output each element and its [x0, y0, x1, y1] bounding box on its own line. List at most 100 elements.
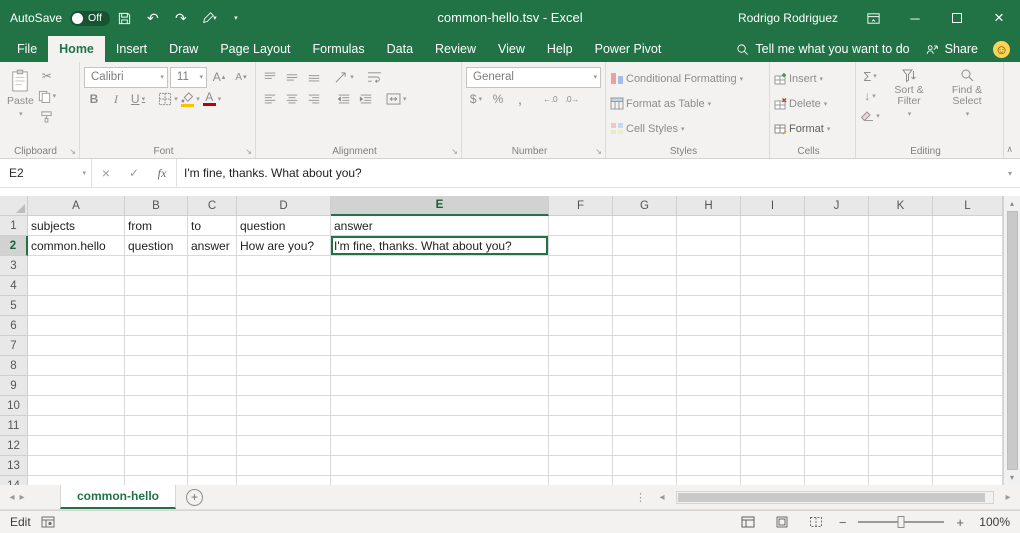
cell-F2[interactable] — [549, 236, 613, 256]
new-sheet-button[interactable]: + — [186, 489, 203, 506]
column-header-h[interactable]: H — [677, 196, 741, 216]
cell-J7[interactable] — [805, 336, 869, 356]
normal-view-button[interactable] — [737, 513, 759, 532]
cell-G9[interactable] — [613, 376, 677, 396]
fill-color-button[interactable]: ▾ — [180, 89, 200, 109]
zoom-out-button[interactable]: − — [839, 515, 847, 530]
cell-E12[interactable] — [331, 436, 549, 456]
cell-B1[interactable]: from — [125, 216, 188, 236]
cell-A3[interactable] — [28, 256, 125, 276]
sort-filter-button[interactable]: Sort & Filter ▾ — [880, 66, 938, 122]
clear-button[interactable]: ▾ — [860, 106, 880, 126]
align-left-button[interactable] — [260, 89, 280, 109]
cell-I6[interactable] — [741, 316, 805, 336]
cell-K4[interactable] — [869, 276, 933, 296]
cell-A4[interactable] — [28, 276, 125, 296]
cell-H6[interactable] — [677, 316, 741, 336]
cell-J9[interactable] — [805, 376, 869, 396]
hscroll-right-button[interactable]: ▸ — [996, 485, 1020, 509]
cell-F7[interactable] — [549, 336, 613, 356]
cell-D13[interactable] — [237, 456, 331, 476]
cell-I12[interactable] — [741, 436, 805, 456]
zoom-slider-thumb[interactable] — [898, 516, 905, 528]
column-header-b[interactable]: B — [125, 196, 188, 216]
row-header-9[interactable]: 9 — [0, 376, 28, 396]
row-header-14[interactable]: 14 — [0, 476, 28, 485]
cell-C2[interactable]: answer — [188, 236, 237, 256]
cell-C8[interactable] — [188, 356, 237, 376]
cell-F1[interactable] — [549, 216, 613, 236]
cell-E4[interactable] — [331, 276, 549, 296]
cell-F8[interactable] — [549, 356, 613, 376]
cell-I1[interactable] — [741, 216, 805, 236]
cell-D10[interactable] — [237, 396, 331, 416]
cell-H13[interactable] — [677, 456, 741, 476]
cell-F9[interactable] — [549, 376, 613, 396]
cell-F14[interactable] — [549, 476, 613, 485]
cell-I9[interactable] — [741, 376, 805, 396]
cell-G5[interactable] — [613, 296, 677, 316]
cell-A14[interactable] — [28, 476, 125, 485]
row-header-1[interactable]: 1 — [0, 216, 28, 236]
column-header-f[interactable]: F — [549, 196, 613, 216]
cell-H14[interactable] — [677, 476, 741, 485]
cell-C14[interactable] — [188, 476, 237, 485]
cell-I13[interactable] — [741, 456, 805, 476]
cell-A2[interactable]: common.hello — [28, 236, 125, 256]
comma-style-button[interactable]: , — [510, 89, 530, 109]
scroll-up-icon[interactable]: ▴ — [1010, 199, 1014, 208]
tab-power-pivot[interactable]: Power Pivot — [584, 36, 673, 62]
scroll-down-icon[interactable]: ▾ — [1010, 473, 1014, 482]
cell-L2[interactable] — [933, 236, 1003, 256]
cell-E2[interactable]: I'm fine, thanks. What about you? — [331, 236, 549, 256]
tab-help[interactable]: Help — [536, 36, 584, 62]
font-size-select[interactable]: 11 ▾ — [170, 67, 207, 88]
row-header-3[interactable]: 3 — [0, 256, 28, 276]
cell-D8[interactable] — [237, 356, 331, 376]
cell-I5[interactable] — [741, 296, 805, 316]
cell-L4[interactable] — [933, 276, 1003, 296]
cell-C12[interactable] — [188, 436, 237, 456]
number-format-select[interactable]: General ▾ — [466, 67, 601, 88]
tab-file[interactable]: File — [6, 36, 48, 62]
cell-D14[interactable] — [237, 476, 331, 485]
cell-F12[interactable] — [549, 436, 613, 456]
increase-indent-button[interactable] — [356, 89, 376, 109]
cell-H10[interactable] — [677, 396, 741, 416]
format-button[interactable]: Format — [789, 123, 824, 135]
cell-K9[interactable] — [869, 376, 933, 396]
cell-K3[interactable] — [869, 256, 933, 276]
cell-L8[interactable] — [933, 356, 1003, 376]
increase-font-size-button[interactable]: A▴ — [209, 67, 229, 87]
column-header-l[interactable]: L — [933, 196, 1003, 216]
italic-button[interactable]: I — [106, 89, 126, 109]
cell-F4[interactable] — [549, 276, 613, 296]
format-as-table-button[interactable]: Format as Table — [626, 98, 705, 110]
cell-A13[interactable] — [28, 456, 125, 476]
cell-B8[interactable] — [125, 356, 188, 376]
cell-B14[interactable] — [125, 476, 188, 485]
cell-H1[interactable] — [677, 216, 741, 236]
hscroll-left-button[interactable]: ◂ — [650, 485, 674, 509]
cell-E13[interactable] — [331, 456, 549, 476]
page-break-view-button[interactable] — [805, 513, 827, 532]
formula-input[interactable]: I'm fine, thanks. What about you? — [176, 159, 1000, 187]
cell-H5[interactable] — [677, 296, 741, 316]
cell-G2[interactable] — [613, 236, 677, 256]
underline-button[interactable]: U▾ — [128, 89, 148, 109]
bold-button[interactable]: B — [84, 89, 104, 109]
cell-I4[interactable] — [741, 276, 805, 296]
cell-C9[interactable] — [188, 376, 237, 396]
cell-D4[interactable] — [237, 276, 331, 296]
cell-B6[interactable] — [125, 316, 188, 336]
cell-K1[interactable] — [869, 216, 933, 236]
tab-view[interactable]: View — [487, 36, 536, 62]
cell-C10[interactable] — [188, 396, 237, 416]
find-select-button[interactable]: Find & Select ▾ — [938, 66, 996, 122]
cell-E1[interactable]: answer — [331, 216, 549, 236]
cell-C13[interactable] — [188, 456, 237, 476]
row-header-11[interactable]: 11 — [0, 416, 28, 436]
cell-J12[interactable] — [805, 436, 869, 456]
cell-D3[interactable] — [237, 256, 331, 276]
collapse-ribbon-button[interactable]: ∧ — [1006, 144, 1013, 155]
